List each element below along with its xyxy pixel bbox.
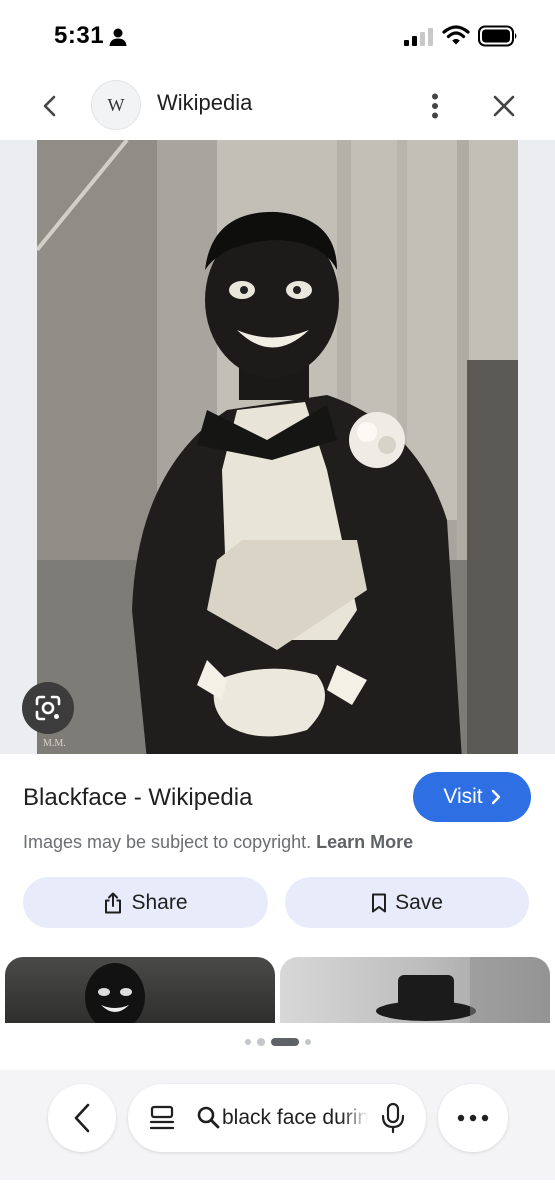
- pager-dot[interactable]: [244, 1039, 251, 1045]
- chevron-right-icon: [491, 789, 500, 805]
- chevron-left-icon: [43, 95, 56, 117]
- browser-back-button[interactable]: [48, 1084, 116, 1152]
- result-image[interactable]: M.M.: [37, 140, 518, 754]
- tabs-icon[interactable]: [148, 1104, 176, 1132]
- wikipedia-logo-letter: W: [107, 94, 125, 115]
- visit-label: Visit: [443, 785, 483, 808]
- related-image-thumbnail[interactable]: [280, 957, 550, 1025]
- site-logo[interactable]: W: [91, 80, 141, 130]
- mic-icon[interactable]: [380, 1102, 406, 1134]
- pager-dot-active[interactable]: [270, 1038, 299, 1046]
- status-bar: 5:31: [0, 0, 555, 72]
- more-horizontal-icon: [457, 1114, 489, 1122]
- photo-illustration: M.M.: [37, 140, 518, 754]
- more-menu-button[interactable]: [438, 1084, 508, 1152]
- chevron-left-icon: [74, 1103, 90, 1133]
- more-options-button[interactable]: [418, 86, 452, 126]
- more-vertical-icon: [432, 93, 438, 119]
- share-button[interactable]: Share: [23, 877, 268, 928]
- google-lens-button[interactable]: [22, 682, 74, 734]
- search-bar[interactable]: black face during: [128, 1084, 426, 1152]
- copyright-text: Images may be subject to copyright.: [23, 832, 312, 852]
- close-icon: [493, 95, 515, 117]
- related-image-thumbnail[interactable]: [5, 957, 275, 1025]
- search-query[interactable]: black face during: [222, 1106, 368, 1130]
- thumbnail-illustration: [376, 957, 550, 1025]
- back-button[interactable]: [30, 86, 70, 126]
- photo-caption-mark: M.M.: [43, 738, 66, 749]
- battery-icon: [478, 25, 517, 47]
- search-icon: [197, 1106, 220, 1129]
- close-button[interactable]: [484, 86, 524, 126]
- share-label: Share: [131, 890, 188, 914]
- google-lens-icon: [35, 695, 61, 721]
- wifi-icon: [442, 25, 470, 45]
- visit-button[interactable]: Visit: [413, 772, 531, 822]
- pager-dot[interactable]: [304, 1039, 311, 1045]
- image-viewer[interactable]: M.M.: [0, 140, 555, 754]
- person-icon: [109, 28, 127, 46]
- viewer-header: W Wikipedia: [0, 72, 555, 140]
- copyright-notice: Images may be subject to copyright. Lear…: [23, 832, 413, 853]
- site-name[interactable]: Wikipedia: [157, 90, 252, 116]
- learn-more-link[interactable]: Learn More: [316, 832, 413, 852]
- bookmark-icon: [372, 893, 387, 912]
- thumbnail-illustration: [85, 963, 145, 1025]
- pager-dot[interactable]: [256, 1038, 265, 1046]
- save-label: Save: [395, 890, 443, 914]
- share-icon: [105, 892, 122, 913]
- save-button[interactable]: Save: [285, 877, 529, 928]
- carousel-pager: [0, 1037, 555, 1047]
- status-time: 5:31: [54, 22, 105, 49]
- signal-icon: [404, 28, 433, 46]
- result-title[interactable]: Blackface - Wikipedia: [23, 784, 252, 812]
